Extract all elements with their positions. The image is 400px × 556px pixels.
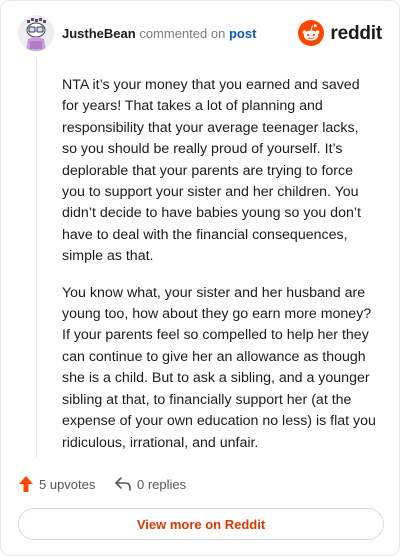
upvote-arrow-icon [19,476,33,492]
comment-paragraph: You know what, your sister and her husba… [62,284,376,451]
reddit-alien-icon [298,20,324,46]
upvote-button[interactable]: 5 upvotes [18,474,95,494]
reply-arrow-icon [115,477,131,491]
thread-line [36,59,37,457]
replies-count: 0 replies [137,476,187,492]
reddit-comment-card: JustheBean commented on post reddit NTA … [0,0,400,556]
username[interactable]: JustheBean [62,26,136,41]
comment-meta: JustheBean commented on post [62,26,256,42]
upvotes-count: 5 upvotes [39,476,96,492]
comment-header: JustheBean commented on post reddit [18,14,382,54]
view-more-on-reddit-button[interactable]: View more on Reddit [18,508,384,540]
comment-paragraph: NTA it’s your money that you earned and … [62,77,361,265]
avatar[interactable] [18,15,54,51]
comment-actions: 5 upvotes 0 replies [18,474,382,494]
comment-body: NTA it’s your money that you earned and … [62,75,377,469]
post-link[interactable]: post [229,26,256,41]
commented-on-text: commented on [139,26,226,41]
reply-button[interactable]: 0 replies [114,474,186,494]
reddit-wordmark: reddit [330,23,382,44]
reddit-logo[interactable]: reddit [296,18,382,48]
